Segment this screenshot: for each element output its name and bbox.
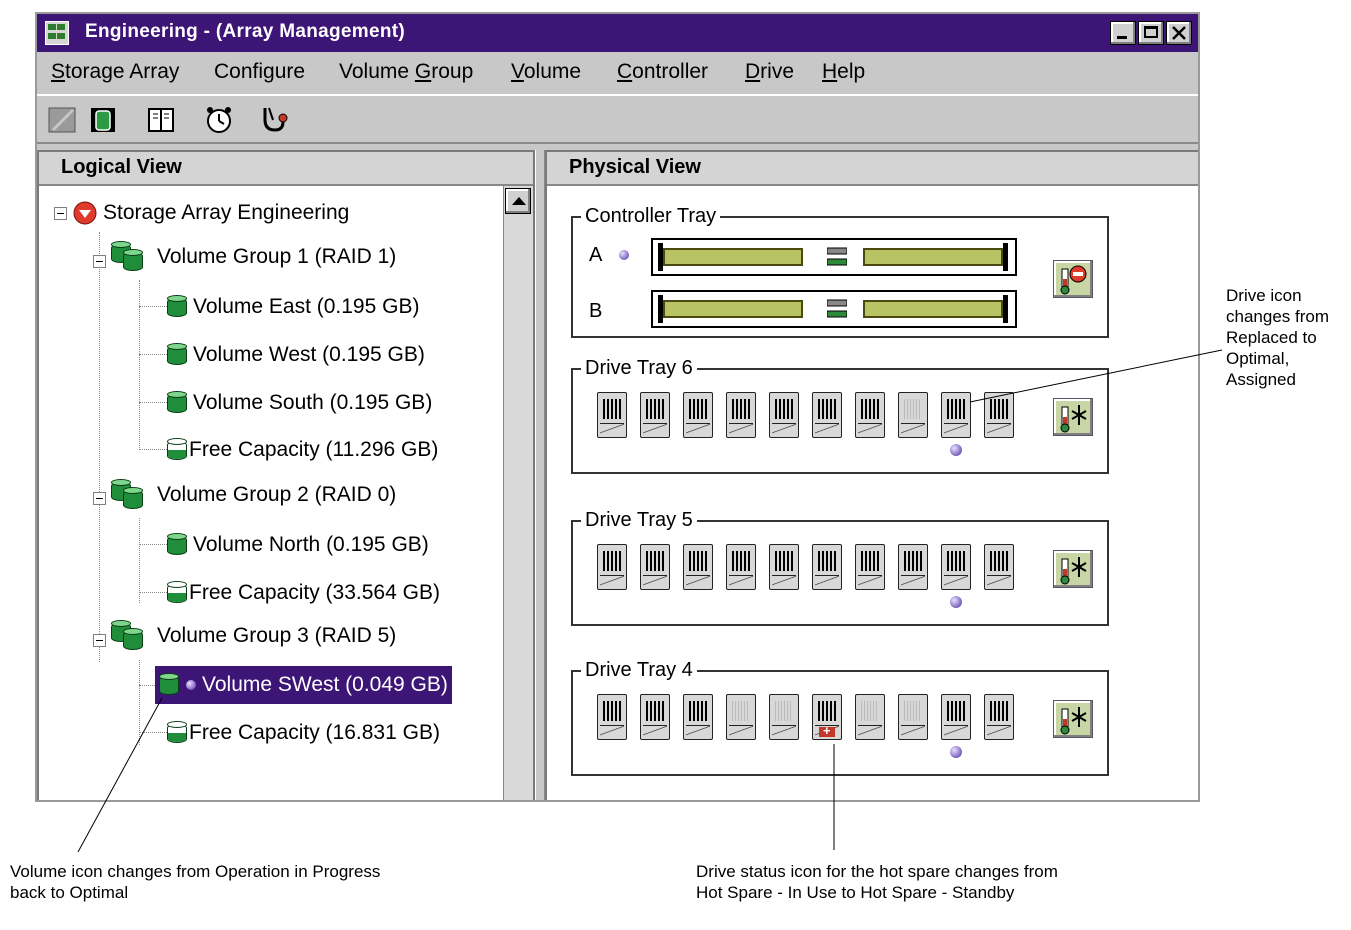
annotation-volume-icon: Volume icon changes from Operation in Pr… [10,862,381,902]
annotation-drive-icon: Drive icon changes from Replaced to Opti… [1226,286,1329,389]
callout-lines [77,349,1223,853]
annotation-hot-spare: Drive status icon for the hot spare chan… [696,862,1058,902]
